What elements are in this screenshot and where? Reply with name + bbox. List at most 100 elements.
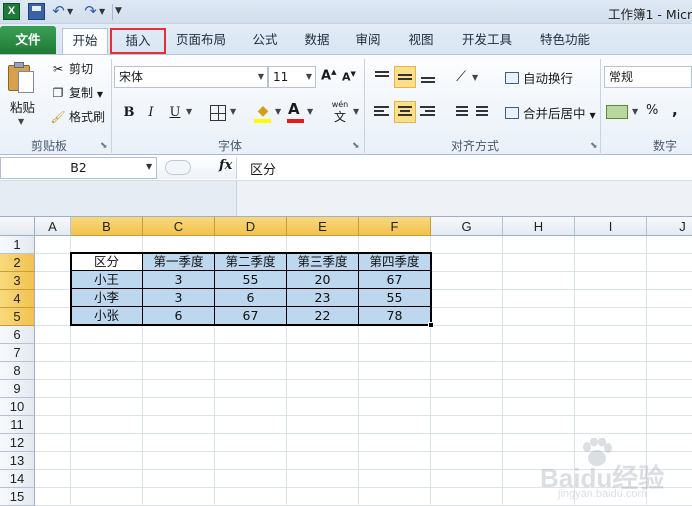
row-header-9[interactable]: 9 [0, 380, 35, 398]
table-header-cell[interactable]: 第一季度 [143, 253, 215, 271]
cut-button[interactable]: ✂ 剪切 [50, 59, 93, 79]
borders-icon[interactable] [210, 105, 226, 121]
insert-function-button[interactable]: fx [219, 158, 232, 173]
orientation-icon[interactable]: ⟋ [450, 66, 472, 88]
table-cell[interactable]: 小张 [71, 307, 143, 325]
row-header-5[interactable]: 5 [0, 308, 35, 326]
increase-indent-icon[interactable] [473, 101, 495, 123]
table-header-cell[interactable]: 第二季度 [215, 253, 287, 271]
select-all-corner[interactable] [0, 217, 35, 236]
paste-dropdown-icon[interactable]: ▼ [18, 117, 24, 126]
bold-button[interactable]: B [120, 102, 138, 124]
copy-button[interactable]: ❐ 复制 ▼ [50, 83, 103, 103]
orientation-dropdown-icon[interactable]: ▼ [472, 73, 478, 82]
row-header-7[interactable]: 7 [0, 344, 35, 362]
fill-color-dropdown-icon[interactable]: ▼ [275, 107, 281, 116]
row-header-11[interactable]: 11 [0, 416, 35, 434]
table-cell[interactable]: 78 [359, 307, 431, 325]
table-cell[interactable]: 小王 [71, 271, 143, 289]
underline-button[interactable]: U [166, 102, 184, 124]
tab-file[interactable]: 文件 [0, 26, 56, 54]
row-header-13[interactable]: 13 [0, 452, 35, 470]
table-cell[interactable]: 小李 [71, 289, 143, 307]
tab-formulas[interactable]: 公式 [240, 28, 290, 54]
row-header-15[interactable]: 15 [0, 488, 35, 506]
row-header-3[interactable]: 3 [0, 272, 35, 290]
table-cell[interactable]: 6 [143, 307, 215, 325]
font-name-select[interactable]: 宋体 ▼ [114, 66, 268, 88]
column-header-a[interactable]: A [35, 217, 71, 236]
column-header-g[interactable]: G [431, 217, 503, 236]
row-header-12[interactable]: 12 [0, 434, 35, 452]
excel-app-icon[interactable]: X [3, 3, 20, 20]
customize-qat-icon[interactable]: ▼ [115, 3, 125, 20]
tab-data[interactable]: 数据 [294, 28, 340, 54]
table-cell[interactable]: 23 [287, 289, 359, 307]
column-header-b[interactable]: B [71, 217, 143, 236]
copy-dropdown-icon[interactable]: ▼ [97, 90, 103, 99]
row-header-6[interactable]: 6 [0, 326, 35, 344]
paste-button[interactable] [6, 59, 36, 97]
align-center-icon[interactable] [394, 101, 416, 123]
table-cell[interactable]: 3 [143, 271, 215, 289]
table-cell[interactable]: 22 [287, 307, 359, 325]
redo-dropdown-icon[interactable]: ▼ [99, 3, 107, 20]
column-header-j[interactable]: J [647, 217, 692, 236]
percent-button[interactable]: % [646, 103, 658, 118]
table-cell[interactable]: 67 [359, 271, 431, 289]
row-header-10[interactable]: 10 [0, 398, 35, 416]
font-color-button[interactable]: A [288, 100, 300, 118]
table-header-cell[interactable]: 第四季度 [359, 253, 431, 271]
tab-view[interactable]: 视图 [396, 28, 446, 54]
column-header-c[interactable]: C [143, 217, 215, 236]
tab-page-layout[interactable]: 页面布局 [166, 28, 236, 54]
table-cell[interactable]: 3 [143, 289, 215, 307]
merge-dropdown-icon[interactable]: ▼ [590, 111, 596, 120]
table-cell[interactable]: 6 [215, 289, 287, 307]
alignment-launcher-icon[interactable]: ⬊ [590, 141, 598, 151]
format-painter-button[interactable]: 🖌 格式刷 [50, 107, 105, 127]
tab-developer[interactable]: 开发工具 [452, 28, 522, 54]
column-header-h[interactable]: H [503, 217, 575, 236]
align-middle-icon[interactable] [394, 66, 416, 88]
wrap-text-button[interactable]: 自动换行 [505, 68, 573, 87]
save-icon[interactable] [28, 3, 45, 20]
decrease-indent-icon[interactable] [450, 101, 472, 123]
table-header-cell[interactable]: 区分 [71, 253, 143, 271]
row-header-14[interactable]: 14 [0, 470, 35, 488]
column-header-i[interactable]: I [575, 217, 647, 236]
tab-insert[interactable]: 插入 [110, 28, 166, 54]
number-format-select[interactable]: 常规 [604, 66, 692, 88]
undo-icon[interactable]: ↶ [50, 3, 67, 20]
currency-icon[interactable] [606, 105, 628, 119]
column-header-e[interactable]: E [287, 217, 359, 236]
grow-font-button[interactable]: A▲ [321, 68, 336, 83]
row-header-2[interactable]: 2 [0, 254, 35, 272]
paste-label[interactable]: 粘贴 [10, 97, 35, 116]
table-cell[interactable]: 55 [215, 271, 287, 289]
comma-style-button[interactable]: , [672, 101, 678, 119]
clipboard-launcher-icon[interactable]: ⬊ [100, 141, 108, 151]
fill-handle[interactable] [428, 322, 434, 328]
align-bottom-icon[interactable] [417, 66, 439, 88]
underline-dropdown-icon[interactable]: ▼ [186, 107, 192, 116]
name-box-dropdown-icon[interactable]: ▼ [146, 162, 152, 171]
row-header-1[interactable]: 1 [0, 236, 35, 254]
formula-input[interactable]: 区分 [250, 159, 276, 178]
align-left-icon[interactable] [371, 101, 393, 123]
borders-dropdown-icon[interactable]: ▼ [230, 107, 236, 116]
row-header-4[interactable]: 4 [0, 290, 35, 308]
tab-special-features[interactable]: 特色功能 [530, 28, 600, 54]
font-launcher-icon[interactable]: ⬊ [352, 141, 360, 151]
tab-home[interactable]: 开始 [62, 28, 108, 54]
table-cell[interactable]: 67 [215, 307, 287, 325]
shrink-font-button[interactable]: A▼ [342, 70, 356, 84]
column-header-d[interactable]: D [215, 217, 287, 236]
font-color-dropdown-icon[interactable]: ▼ [307, 107, 313, 116]
align-top-icon[interactable] [371, 66, 393, 88]
align-right-icon[interactable] [417, 101, 439, 123]
undo-dropdown-icon[interactable]: ▼ [67, 3, 75, 20]
phonetic-dropdown-icon[interactable]: ▼ [353, 107, 359, 116]
table-cell[interactable]: 20 [287, 271, 359, 289]
table-header-cell[interactable]: 第三季度 [287, 253, 359, 271]
